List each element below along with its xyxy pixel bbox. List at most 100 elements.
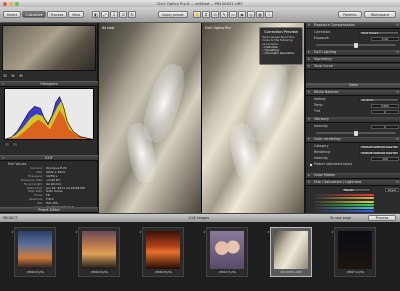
tab-select[interactable]: Select — [3, 11, 21, 18]
dxo-lighting-header[interactable]: ▸ DxO Lighting ⚙ — [306, 50, 400, 56]
gear-icon[interactable]: ⚙ — [396, 137, 399, 142]
close-palette-icon[interactable]: × — [2, 82, 5, 87]
fountain-image — [274, 231, 308, 269]
zoom-in-icon[interactable]: + — [10, 73, 16, 78]
main-toolbar: Select Customize Process View ◧ ⤢ 1 ↺ ↻ … — [0, 7, 400, 23]
exposure-slider[interactable] — [316, 42, 396, 48]
project-bar: PROJECT 1/16 images To new page Process — [0, 213, 400, 222]
hand-tool-icon[interactable]: ✋ — [193, 11, 201, 18]
compare-icon[interactable]: ◧ — [92, 11, 100, 18]
filmstrip-thumbnail[interactable]: ★ _MB4643.JPG — [11, 227, 56, 277]
processed-flag-icon: ★ — [75, 230, 78, 234]
color-palette-header[interactable]: Color — [306, 83, 400, 89]
hsl-color-bar[interactable] — [314, 194, 374, 196]
exposure-value[interactable]: 0.00 — [371, 36, 399, 41]
zoom-100-icon[interactable]: 1 — [110, 11, 118, 18]
rendering-intensity-value[interactable]: 100 — [371, 156, 399, 161]
vibrancy-slider[interactable] — [316, 130, 396, 136]
hsl-color-bar[interactable] — [314, 203, 374, 206]
white-balance-header[interactable]: ▾ White Balance ⚙ — [306, 90, 400, 96]
histogram-header[interactable]: × Histogram — [0, 81, 98, 87]
filmstrip-thumbnail[interactable]: ★ _MB4712.JPG — [331, 227, 376, 277]
kids-portrait-image — [210, 231, 244, 269]
fit-icon[interactable]: ⤢ — [18, 73, 24, 78]
filmstrip-thumbnail[interactable]: ★ _MB4645.JPG — [139, 227, 184, 277]
crop-icon[interactable]: ⌗ — [202, 11, 210, 18]
grid-icon[interactable]: ▦ — [256, 11, 264, 18]
info-icon[interactable]: i — [265, 11, 273, 18]
filmstrip-thumbnail[interactable]: ★ _MB2271.JPG — [203, 227, 248, 277]
histogram-luminance-icon[interactable] — [12, 142, 18, 147]
rotate-right-icon[interactable]: ↻ — [128, 11, 136, 18]
image-viewer[interactable]: As shot DxO Optics Pro Correction Previe… — [99, 23, 304, 213]
collapsed-triangle-icon[interactable]: ▸ — [308, 57, 310, 62]
vibrancy-value[interactable]: 0 — [371, 124, 399, 129]
night-building-image — [338, 231, 372, 269]
close-palette-icon[interactable]: × — [2, 156, 5, 161]
eye-icon[interactable]: ◎ — [247, 11, 255, 18]
collapsed-triangle-icon[interactable]: ▸ — [308, 173, 310, 178]
workspace-button[interactable]: Workspace — [364, 11, 396, 18]
after-label: DxO Optics Pro — [205, 26, 231, 30]
apply-preset-button[interactable]: Apply preset — [158, 11, 188, 18]
white-balance-picker-icon[interactable]: ✎ — [220, 11, 228, 18]
exif-header[interactable]: × EXIF — [0, 155, 98, 161]
expand-triangle-icon[interactable]: ▾ — [308, 90, 310, 95]
filmstrip-thumbnail[interactable]: ★ _MB4644.JPG — [75, 227, 120, 277]
expand-triangle-icon[interactable]: ▾ — [308, 137, 310, 142]
rendering-select[interactable]: Default settings (see Techno) — [359, 150, 399, 156]
hsl-color-bar[interactable] — [314, 200, 374, 203]
expand-triangle-icon[interactable]: ▾ — [308, 117, 310, 122]
rotate-left-icon[interactable]: ↺ — [119, 11, 127, 18]
navigator-thumbnail[interactable] — [2, 25, 96, 71]
hsl-channel-select[interactable]: Master — [341, 187, 371, 193]
tone-curve-header[interactable]: ▸ Tone Curve — [306, 64, 400, 70]
hsl-reset-button[interactable]: Reset — [385, 187, 399, 192]
project-label: PROJECT — [3, 216, 18, 220]
vibrancy-header[interactable]: ▾ Vibrancy — [306, 117, 400, 123]
exposure-compensation-header[interactable]: ▾ Exposure Compensation ⚙ — [306, 23, 400, 29]
expand-triangle-icon[interactable]: ▾ — [308, 180, 310, 185]
tab-process[interactable]: Process — [47, 11, 67, 18]
hsl-color-bar[interactable] — [314, 207, 374, 210]
tab-view[interactable]: View — [68, 11, 84, 18]
expand-triangle-icon[interactable]: ▾ — [308, 23, 310, 28]
white-balance-select[interactable]: As Shot — [359, 97, 399, 103]
gear-icon[interactable]: ⚙ — [396, 90, 399, 95]
before-image — [99, 23, 201, 213]
vignetting-header[interactable]: ▸ Vignetting — [306, 57, 400, 63]
palettes-button[interactable]: Palettes — [338, 11, 362, 18]
gear-icon[interactable]: ⚙ — [396, 23, 399, 28]
gear-icon[interactable]: ⚙ — [396, 50, 399, 55]
histogram — [4, 88, 94, 140]
sunset-red-image — [146, 231, 180, 269]
red-eye-icon[interactable]: ◉ — [238, 11, 246, 18]
window-title: DxO Optics Pro 6 -- untitled -- P6200551… — [157, 1, 243, 6]
zoom-fit-icon[interactable]: ⤢ — [101, 11, 109, 18]
straighten-icon[interactable]: ⊟ — [211, 11, 219, 18]
filmstrip-thumbnail[interactable]: ★ P6200551.ORF — [267, 227, 312, 277]
temp-value[interactable]: 5400 — [371, 103, 399, 108]
left-panel: − + ⤢ × Histogram × EXIF Exif Values Cam… — [0, 23, 98, 213]
histogram-rgb-icon[interactable] — [4, 142, 10, 147]
hsl-header[interactable]: ▾ Hue / Saturation / Lightness ⚙ — [306, 180, 400, 186]
collapsed-triangle-icon[interactable]: ▸ — [308, 50, 310, 55]
preview-title: Correction Preview — [264, 30, 298, 34]
tab-customize[interactable]: Customize — [22, 11, 46, 18]
color-modes-header[interactable]: ▸ Color Modes — [306, 173, 400, 179]
gear-icon[interactable]: ⚙ — [396, 180, 399, 185]
hsl-color-bar[interactable] — [314, 197, 374, 200]
processed-flag-icon: ★ — [139, 230, 142, 234]
collapsed-triangle-icon[interactable]: ▸ — [308, 64, 310, 69]
zoom-out-icon[interactable]: − — [2, 73, 8, 78]
tint-value[interactable]: 0 — [371, 109, 399, 114]
horizon-icon[interactable]: ▭ — [229, 11, 237, 18]
category-select[interactable]: Default settings (see Technology) — [359, 144, 399, 150]
process-button[interactable]: Process — [368, 215, 396, 221]
filmstrip: ★ _MB4643.JPG ★ _MB4644.JPG ★ _MB4645.JPG ★ _MB… — [0, 222, 400, 291]
protect-colors-checkbox[interactable] — [309, 163, 313, 167]
image-count: 1/16 images — [188, 216, 210, 220]
exposure-correction-select[interactable]: DxO Smart... — [359, 30, 399, 36]
color-rendering-header[interactable]: ▾ Color rendering ⚙ — [306, 137, 400, 143]
thumbnail-filename: _MB4643.JPG — [25, 270, 45, 274]
